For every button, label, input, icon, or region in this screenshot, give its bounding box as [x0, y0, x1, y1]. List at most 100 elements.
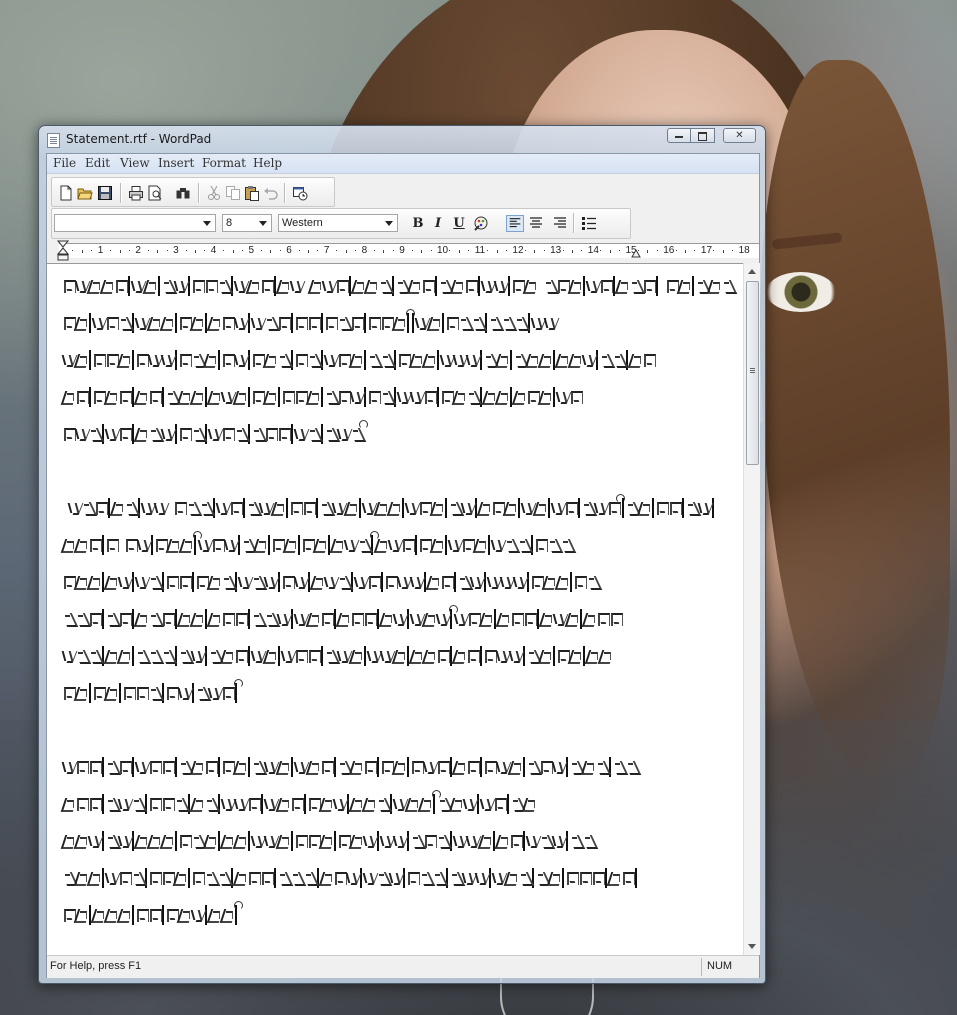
glyph-separator	[175, 350, 177, 370]
glyph-word	[363, 866, 402, 888]
glyph-separator	[128, 276, 130, 296]
glyph-separator	[248, 313, 250, 333]
glyph-word	[62, 422, 101, 444]
glyph-word	[556, 348, 595, 370]
glyph-separator	[407, 609, 409, 629]
script-combobox[interactable]: Western	[278, 214, 398, 232]
ruler-track: 1 2 3 4 5 6 7 8 9 10 11 12 13 14 15 16 17 18	[59, 243, 759, 258]
glyph-word	[438, 274, 478, 296]
document-line	[62, 790, 536, 818]
bullets-list-icon[interactable]	[580, 215, 598, 232]
font-name-combobox[interactable]	[54, 214, 216, 232]
glyph-word	[367, 385, 393, 407]
glyph-word	[556, 385, 583, 407]
glyph-word	[135, 422, 174, 444]
align-center-icon[interactable]	[527, 215, 545, 232]
glyph-word	[583, 607, 623, 629]
glyph-word	[393, 792, 432, 814]
glyph-word	[178, 829, 217, 851]
glyph-separator	[570, 572, 572, 592]
glyph-word	[405, 496, 444, 518]
indent-marker-icon[interactable]	[57, 240, 69, 262]
ruler-label: 13	[550, 245, 562, 256]
text-color-palette-icon[interactable]	[472, 215, 490, 232]
glyph-word	[251, 422, 291, 444]
glyph-word	[154, 533, 193, 555]
italic-button[interactable]: I	[429, 215, 447, 232]
print-icon[interactable]	[128, 185, 144, 201]
glyph-separator	[566, 757, 568, 777]
glyph-word	[410, 829, 449, 851]
paste-icon[interactable]	[244, 185, 260, 201]
glyph-separator	[478, 276, 480, 296]
ruler-tick	[355, 250, 357, 251]
scroll-up-arrow-icon[interactable]	[748, 269, 756, 274]
glyph-word	[521, 496, 547, 518]
menu-bar: File Edit View Insert Format Help	[47, 154, 759, 174]
glyph-word	[573, 570, 599, 592]
save-disk-icon[interactable]	[97, 185, 113, 201]
scrollbar-thumb[interactable]	[746, 281, 759, 465]
glyph-word	[526, 829, 565, 851]
undo-icon[interactable]	[263, 185, 279, 201]
ruler[interactable]: 1 2 3 4 5 6 7 8 9 10 11 12 13 14 15 16 17 18	[47, 240, 759, 262]
menu-view[interactable]: View	[120, 156, 150, 170]
glyph-word	[105, 755, 132, 777]
scroll-down-arrow-icon[interactable]	[748, 944, 756, 949]
glyph-word	[478, 496, 517, 518]
minimize-button[interactable]	[667, 128, 691, 143]
menu-help[interactable]: Help	[253, 156, 282, 170]
menu-edit[interactable]: Edit	[85, 156, 110, 170]
wordpad-app-icon[interactable]	[47, 133, 60, 148]
glyph-word	[178, 348, 217, 370]
menu-format[interactable]: Format	[202, 156, 246, 170]
bold-button[interactable]: B	[409, 215, 427, 232]
ruler-tick	[345, 250, 347, 253]
ruler-tick	[449, 250, 451, 251]
align-right-icon[interactable]	[551, 215, 569, 232]
glyph-separator	[403, 868, 405, 888]
new-document-icon[interactable]	[58, 185, 74, 201]
cut-scissors-icon[interactable]	[206, 185, 222, 201]
glyph-word	[410, 644, 450, 666]
glyph-word	[251, 311, 291, 333]
glyph-word	[92, 681, 118, 703]
print-preview-icon[interactable]	[147, 185, 163, 201]
glyph-word	[569, 829, 595, 851]
ruler-tick	[317, 250, 319, 251]
glyph-word	[62, 866, 101, 888]
vertical-scrollbar[interactable]	[743, 263, 760, 955]
menu-insert[interactable]: Insert	[158, 156, 194, 170]
glyph-separator	[89, 387, 91, 407]
document-editor[interactable]	[47, 263, 743, 956]
menu-file[interactable]: File	[53, 156, 76, 170]
ruler-tick	[157, 250, 159, 253]
maximize-button[interactable]	[691, 128, 715, 143]
open-folder-icon[interactable]	[77, 185, 93, 201]
toolbar-separator	[284, 183, 286, 203]
right-indent-marker-icon[interactable]	[631, 249, 641, 259]
underline-button[interactable]: U	[450, 215, 468, 232]
align-left-icon[interactable]	[506, 215, 524, 232]
glyph-separator	[188, 868, 190, 888]
glyph-word	[178, 607, 204, 629]
title-bar[interactable]: Statement.rtf - WordPad ✕	[39, 126, 765, 152]
glyph-separator	[248, 646, 250, 666]
glyph-word	[281, 644, 321, 666]
ruler-tick	[722, 250, 724, 253]
glyph-word	[234, 274, 274, 296]
find-binoculars-icon[interactable]	[175, 185, 191, 201]
close-button[interactable]: ✕	[723, 128, 756, 143]
num-lock-indicator: NUM	[707, 960, 733, 972]
glyph-word	[454, 607, 493, 629]
glyph-word	[208, 311, 247, 333]
glyph-word	[695, 274, 734, 296]
glyph-separator	[102, 868, 104, 888]
font-size-combobox[interactable]: 8	[222, 214, 272, 232]
glyph-separator	[523, 757, 525, 777]
glyph-word	[208, 903, 234, 925]
glyph-word	[62, 311, 88, 333]
insert-datetime-icon[interactable]	[292, 185, 308, 201]
document-line	[62, 829, 595, 855]
copy-icon[interactable]	[225, 185, 241, 201]
